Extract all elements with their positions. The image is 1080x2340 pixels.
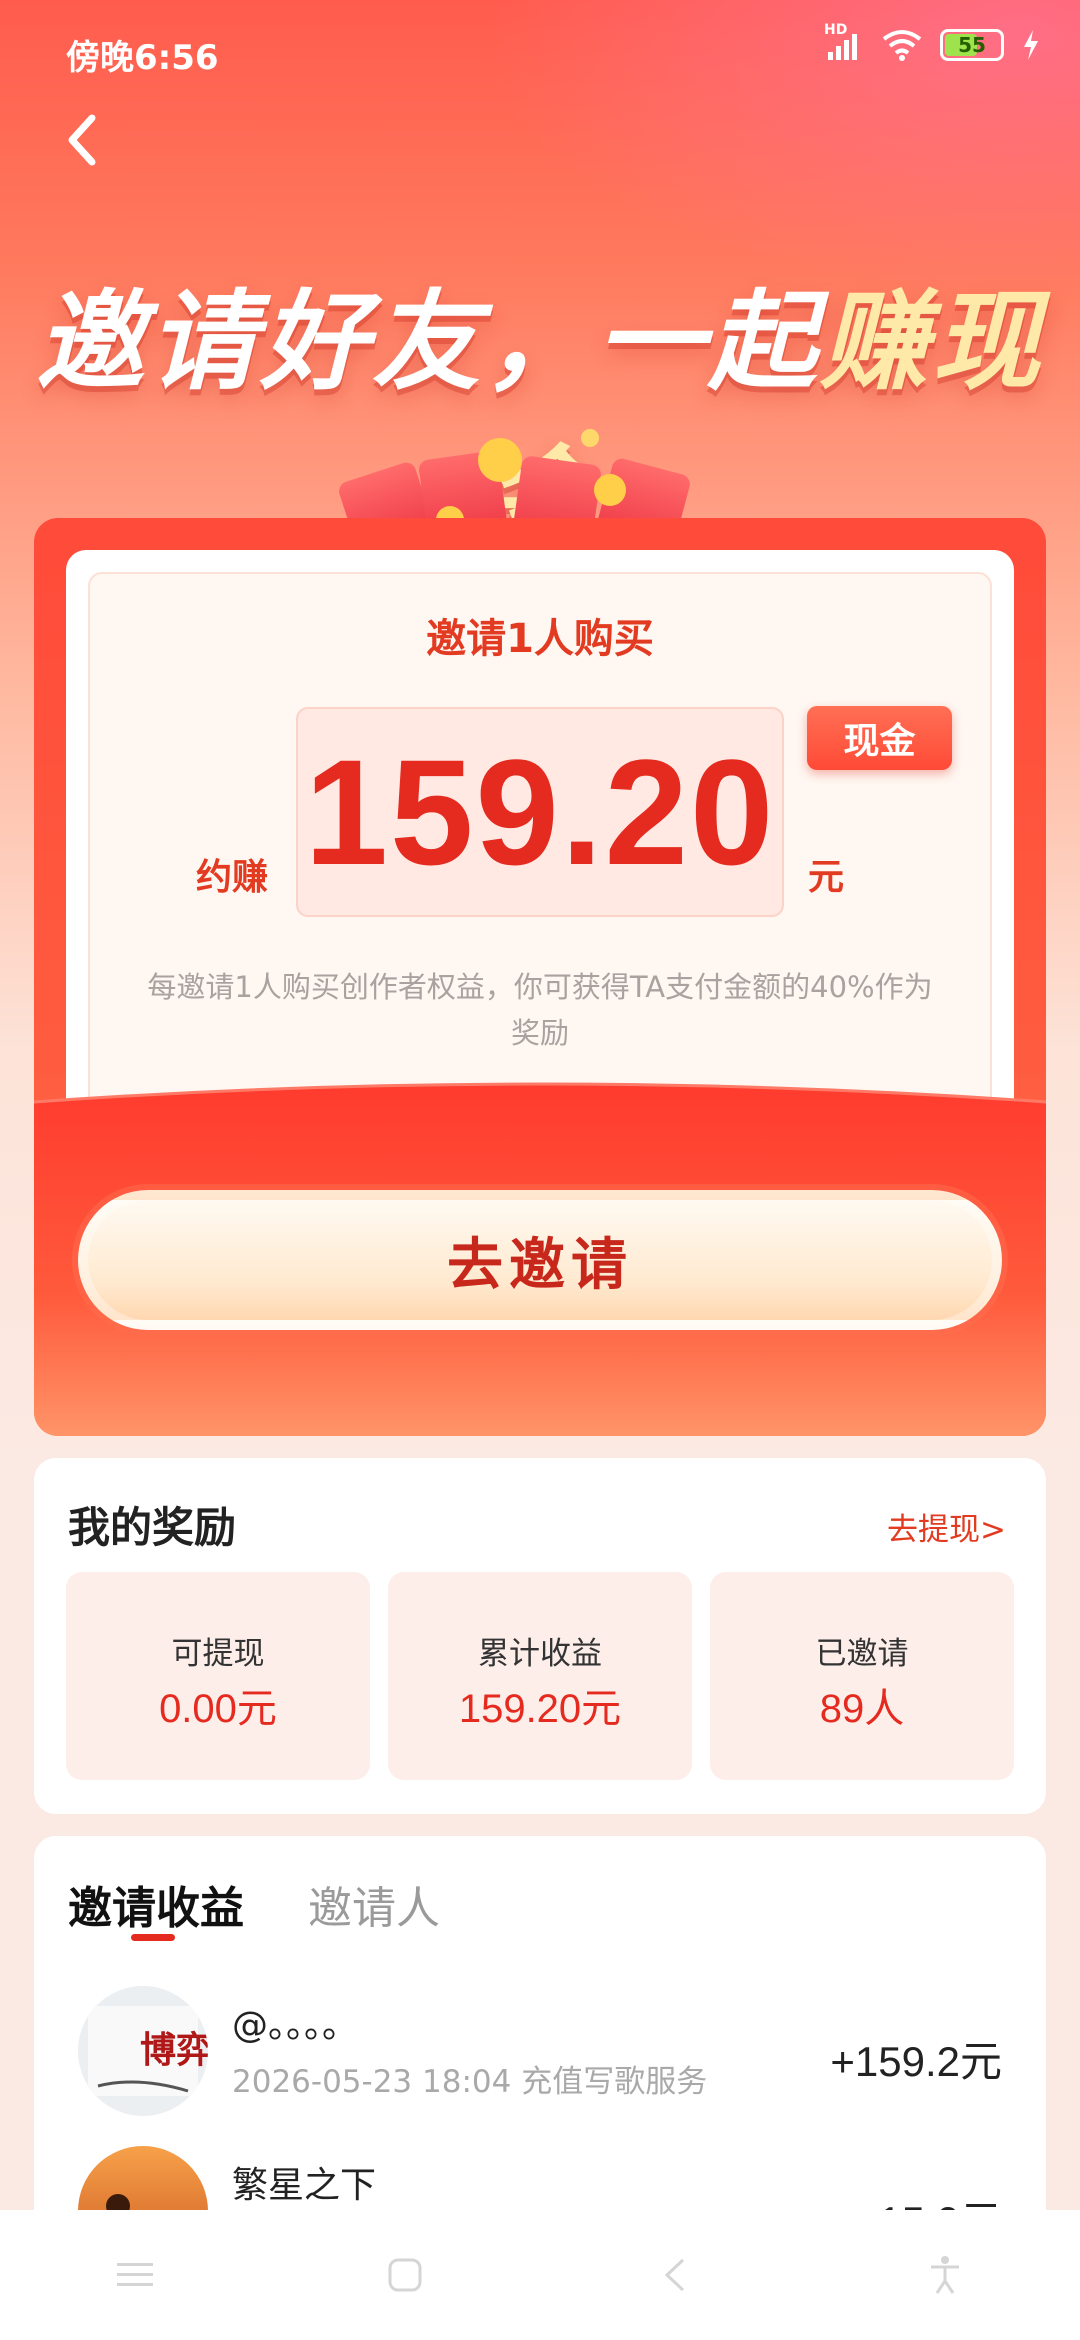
signal-icon: HD bbox=[824, 22, 864, 62]
invite-subtitle: 邀请1人购买 bbox=[426, 616, 654, 662]
system-nav-bar bbox=[0, 2210, 1080, 2340]
chevron-left-icon bbox=[68, 114, 96, 166]
status-time: 傍晚6:56 bbox=[66, 38, 219, 78]
tab-invitees[interactable]: 邀请人 bbox=[308, 1872, 440, 1936]
tab-invite-income[interactable]: 邀请收益 bbox=[68, 1872, 244, 1936]
charging-icon bbox=[1024, 30, 1038, 60]
reward-amount: 159.20 bbox=[304, 727, 776, 896]
income-record[interactable]: 博弈 @。。。。 2026-05-23 18:04 充值写歌服务 +159.2元 bbox=[34, 1986, 1046, 2126]
earn-label: 约赚 bbox=[196, 857, 269, 898]
stat-value: 159.20元 bbox=[458, 1687, 622, 1731]
active-tab-indicator bbox=[131, 1934, 175, 1941]
rewards-title: 我的奖励 bbox=[68, 1503, 237, 1552]
stat-withdrawable: 可提现 0.00元 bbox=[66, 1572, 370, 1780]
back-button[interactable] bbox=[52, 110, 112, 170]
battery-level: 55 bbox=[958, 33, 986, 57]
rewards-card: 我的奖励 去提现> 可提现 0.00元 累计收益 159.20元 已邀请 89人 bbox=[34, 1458, 1046, 1814]
avatar-text: 博弈 bbox=[140, 2029, 208, 2071]
status-icons: HD 55 bbox=[824, 22, 1040, 62]
currency-unit: 元 bbox=[808, 857, 845, 898]
menu-icon bbox=[117, 2263, 153, 2286]
wifi-icon bbox=[882, 30, 922, 61]
cash-badge: 现金 bbox=[807, 706, 952, 770]
status-bar: 傍晚6:56 HD 55 bbox=[0, 0, 1080, 100]
back-triangle-icon bbox=[664, 2258, 685, 2292]
home-square-icon bbox=[388, 2258, 422, 2292]
battery-icon: 55 bbox=[940, 29, 1004, 61]
accessibility-nav-button[interactable] bbox=[905, 2235, 985, 2315]
stat-label: 可提现 bbox=[171, 1636, 265, 1672]
withdraw-link[interactable]: 去提现> bbox=[887, 1504, 1006, 1549]
stat-invited: 已邀请 89人 bbox=[710, 1572, 1014, 1780]
stat-total-income: 累计收益 159.20元 bbox=[388, 1572, 692, 1780]
avatar: 博弈 bbox=[78, 1986, 208, 2116]
stat-label: 已邀请 bbox=[815, 1636, 909, 1672]
stat-value: 89人 bbox=[819, 1687, 905, 1731]
network-label: HD bbox=[824, 22, 848, 38]
home-nav-button[interactable] bbox=[365, 2235, 445, 2315]
record-meta: 2026-05-23 18:04 充值写歌服务 bbox=[232, 2064, 708, 2100]
amount-box: 159.20 bbox=[296, 707, 784, 917]
invite-description: 每邀请1人购买创作者权益，你可获得TA支付金额的40%作为奖励 bbox=[147, 970, 933, 1050]
record-name: @。。。。 bbox=[232, 2005, 359, 2046]
stat-label: 累计收益 bbox=[478, 1636, 602, 1672]
accessibility-icon bbox=[931, 2256, 959, 2294]
stat-value: 0.00元 bbox=[159, 1687, 277, 1731]
record-name: 繁星之下 bbox=[232, 2165, 377, 2206]
back-nav-button[interactable] bbox=[635, 2235, 715, 2315]
hero-title-main: 邀请好友，一起 bbox=[35, 280, 820, 405]
record-amount: +159.2元 bbox=[830, 2038, 1002, 2085]
invite-button[interactable]: 去邀请 bbox=[78, 1190, 1002, 1330]
menu-nav-button[interactable] bbox=[95, 2235, 175, 2315]
